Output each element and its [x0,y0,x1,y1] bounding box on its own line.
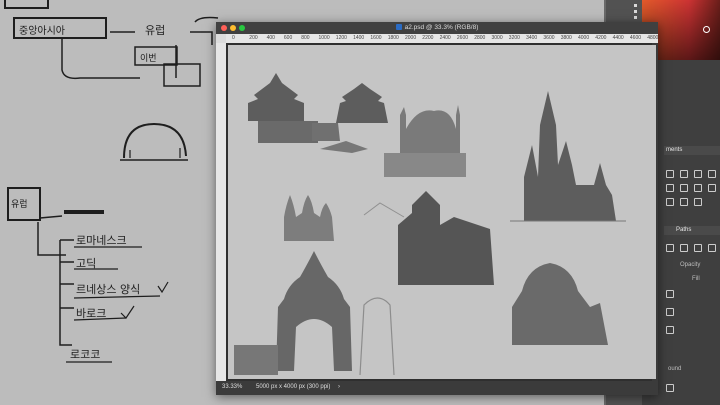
ruler-tick: 400 [266,35,275,41]
note-gothic: 고딕 [76,257,97,270]
ruler-tick: 0 [232,35,235,41]
horizontal-ruler[interactable]: 0 200 400 600 800 1000 1200 1400 1600 1800 2000 220… [226,34,658,43]
levels-icon[interactable] [694,170,702,178]
color-picker-cursor[interactable] [703,26,710,33]
note-baroque: 바로크 [76,307,107,320]
layer-shape-icon[interactable] [708,244,716,252]
ruler-tick: 1600 [370,35,382,41]
ruler-tick: 2600 [456,35,469,41]
ruler-tick: 4400 [612,35,624,41]
sketch-baroque-gate [276,251,352,371]
note-rococo: 로코코 [70,348,101,361]
note-renaissance: 르네상스 양식 [76,283,141,296]
fill-label: Fill [692,276,700,282]
invert-icon[interactable] [666,198,674,206]
psd-file-icon [395,24,402,30]
layer-text-icon[interactable] [694,244,702,252]
status-bar: 33.33% 5000 px x 4000 px (300 ppi) › [216,381,658,395]
sketch-gothic-cathedral [524,91,616,221]
brightness-icon[interactable] [666,170,674,178]
ruler-tick: 3600 [543,35,555,41]
ruler-tick: 1800 [387,35,399,41]
ruler-tick: 3200 [508,35,520,41]
status-menu-arrow[interactable]: › [338,384,340,390]
dock-mark [634,16,637,19]
ruler-tick: 2800 [474,35,486,41]
camera-icon[interactable] [694,184,702,192]
ruler-tick: 600 [283,35,293,41]
vertical-ruler[interactable] [216,43,226,381]
notes-drawing [4,0,219,363]
ruler-tick: 800 [301,35,310,41]
ruler-tick: 3800 [560,35,572,41]
ruler-tick: 200 [249,35,258,41]
note-europe-top: 유럽 [145,24,166,37]
ruler-tick: 1000 [318,35,330,41]
ruler-tick: 1400 [353,35,365,41]
sketch-renaissance-dome [512,263,608,345]
layer-visibility-icon[interactable] [666,308,674,316]
ruler-tick: 4000 [578,35,590,41]
posterize-icon[interactable] [680,198,688,206]
adjustments-tab-row[interactable]: ments [664,146,720,155]
sketch-romanesque-church [398,191,494,285]
ruler-tick: 3400 [526,35,538,41]
layer-filter-icon[interactable] [666,244,674,252]
note-this-time: 이번 [140,54,157,64]
lock-icon[interactable] [666,290,674,298]
note-central-asia: 중앙아시아 [19,26,65,37]
ruler-corner [216,34,226,43]
document-title-bar[interactable]: a2.psd @ 33.3% (RGB/8) [216,22,658,34]
document-title: a2.psd @ 33.3% (RGB/8) [216,24,658,31]
ruler-tick: 2400 [439,35,451,41]
tab-adjustments[interactable]: ments [666,147,682,153]
ruler-tick: 4200 [595,35,607,41]
note-europe: 유럽 [11,200,28,210]
dock-mark [634,4,637,7]
canvas[interactable] [228,45,656,379]
dock-mark [634,10,637,13]
tab-paths[interactable]: Paths [676,227,691,233]
sketch-russian-church [284,195,334,241]
layer-visibility-icon[interactable] [666,326,674,334]
channel-mixer-icon[interactable] [708,184,716,192]
layer-visibility-icon[interactable] [666,384,674,392]
vibrance-icon[interactable] [708,170,716,178]
document-window: a2.psd @ 33.3% (RGB/8) 0 200 400 600 800 1000… [216,22,658,395]
ruler-tick: 4600 [629,35,642,41]
document-size: 5000 px x 4000 px (300 ppi) [256,384,331,390]
hue-icon[interactable] [666,184,674,192]
note-romanesque: 로마네스크 [76,234,127,247]
curves-icon[interactable] [680,170,688,178]
document-title-text: a2.psd @ 33.3% (RGB/8) [404,24,479,31]
threshold-icon[interactable] [694,198,702,206]
ruler-tick: 2200 [422,35,434,41]
ruler-tick: 1200 [335,35,347,41]
layer-circle-icon[interactable] [680,244,688,252]
background-layer-label: ound [668,366,682,372]
balance-icon[interactable] [680,184,688,192]
paths-tab-row[interactable]: Paths [664,226,720,235]
ruler-tick: 2000 [405,35,417,41]
ruler-tick: 3000 [491,35,503,41]
opacity-label: Opacity [680,262,701,268]
ruler-tick: 4800 [647,35,659,41]
zoom-level[interactable]: 33.33% [222,384,242,390]
architecture-sketches [234,73,626,376]
sketch-mosque [400,105,460,153]
sketch-pagoda [248,73,304,121]
sketch-pagoda-2 [336,83,388,123]
